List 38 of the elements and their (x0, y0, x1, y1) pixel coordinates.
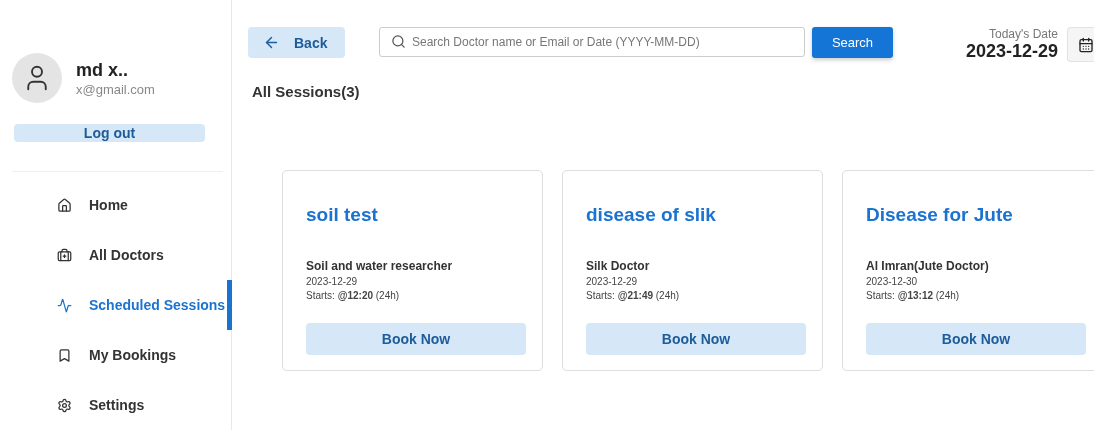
nav-item[interactable]: Scheduled Sessions (0, 280, 231, 330)
session-date: 2023-12-29 (306, 276, 359, 287)
session-title: disease of slik (586, 204, 717, 226)
calendar-icon (1078, 36, 1094, 53)
session-title: Disease for Jute (866, 204, 1014, 226)
pulse-icon (57, 297, 72, 313)
section-heading: All Sessions(3) (252, 83, 361, 100)
bookmark-icon (57, 347, 72, 363)
doctor-name: Soil and water researcher (306, 259, 454, 273)
session-title: soil test (306, 204, 379, 226)
nav-item[interactable]: My Bookings (0, 330, 231, 380)
nav-item[interactable]: All Doctors (0, 230, 231, 280)
nav-item[interactable]: Settings (0, 380, 231, 430)
doctor-name: Silk Doctor (586, 259, 651, 273)
session-date: 2023-12-30 (866, 276, 919, 287)
start-time: Starts: @21:49 (24h) (586, 290, 681, 301)
session-date: 2023-12-29 (586, 276, 639, 287)
nav-item[interactable]: Home (0, 180, 231, 230)
search-icon (391, 34, 406, 49)
date-label: Today's Date (989, 27, 1058, 41)
settings-icon (57, 397, 72, 413)
book-now-button[interactable]: Book Now (866, 323, 1086, 355)
home-icon (57, 197, 72, 213)
avatar (12, 53, 62, 103)
start-time: Starts: @12:20 (24h) (306, 290, 401, 301)
doctor-name: Al Imran(Jute Doctor) (866, 259, 990, 273)
logout-button[interactable]: Log out (14, 124, 205, 142)
book-now-button[interactable]: Book Now (586, 323, 806, 355)
start-time: Starts: @13:12 (24h) (866, 290, 961, 301)
search-button[interactable]: Search (812, 27, 893, 58)
back-button[interactable]: Back (248, 27, 345, 58)
search-field[interactable]: Search Doctor name or Email or Date (YYYY-MM-DD) (379, 27, 805, 57)
user-name: md x.. (76, 59, 129, 81)
today-date: 2023-12-29 (965, 41, 1058, 62)
book-now-button[interactable]: Book Now (306, 323, 526, 355)
calendar-button[interactable] (1067, 27, 1094, 62)
user-email: x@gmail.com (76, 81, 155, 97)
medical-case-icon (57, 247, 72, 263)
